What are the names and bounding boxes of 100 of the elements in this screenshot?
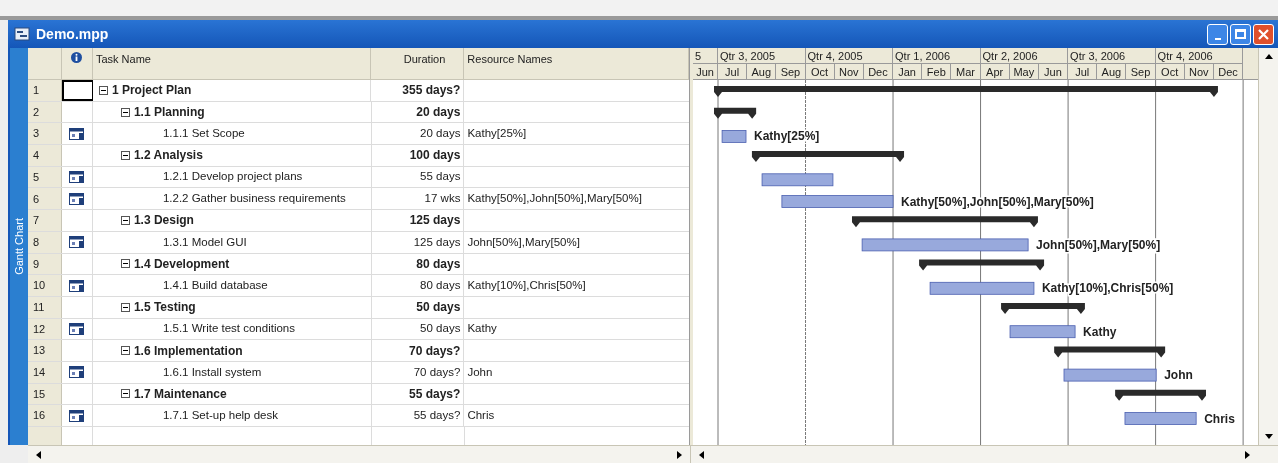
month-label: Jan (893, 64, 923, 80)
task-note-icon (69, 192, 85, 205)
task-name: 1 Project Plan (111, 82, 192, 100)
collapse-icon[interactable] (120, 107, 130, 117)
row-number[interactable]: 3 (28, 123, 62, 145)
summary-bar[interactable] (714, 86, 1218, 97)
duration-cell: 50 days (371, 296, 465, 318)
column-header[interactable]: Task Name (92, 48, 372, 79)
summary-bar[interactable] (751, 151, 905, 163)
column-header[interactable]: Duration (371, 48, 465, 79)
duration-cell: 100 days (371, 145, 465, 166)
collapse-icon[interactable] (98, 85, 108, 95)
row-number[interactable]: 5 (28, 166, 62, 188)
view-label: Gantt Chart (11, 218, 26, 275)
collapse-icon[interactable] (120, 302, 130, 312)
task-name: 1.1 Planning (133, 104, 205, 122)
bar-label: Chris (1204, 411, 1235, 426)
month-label: Dec (1213, 64, 1244, 80)
window-title: Demo.mpp (36, 24, 109, 44)
quarter-label: Qtr 4, 2005 (805, 48, 894, 64)
task-note-icon (69, 236, 85, 249)
row-number[interactable]: 12 (28, 318, 62, 340)
task-note-icon (69, 279, 85, 292)
collapse-icon[interactable] (120, 346, 130, 356)
row-number[interactable]: 7 (28, 210, 62, 231)
summary-bar[interactable] (852, 216, 1038, 228)
row-number[interactable]: 14 (28, 361, 62, 383)
row-number[interactable]: 13 (28, 340, 62, 361)
duration-cell: 55 days? (371, 405, 465, 426)
summary-bar[interactable] (1001, 303, 1085, 314)
task-bar[interactable] (721, 130, 747, 143)
row-number[interactable]: 4 (28, 145, 62, 166)
duration-cell: 125 days (371, 210, 465, 231)
resource-cell-text: John (467, 364, 493, 380)
task-name: 1.2.2 Gather business requirements (162, 191, 346, 207)
collapse-icon[interactable] (120, 389, 130, 399)
resource-cell-text: John[50%],Mary[50%] (467, 234, 580, 250)
month-label: Sep (1126, 64, 1156, 80)
view-bar[interactable]: Gantt Chart (8, 48, 28, 445)
task-name: 1.1.1 Set Scope (162, 126, 245, 142)
month-label: Jul (718, 64, 748, 80)
resource-cell-text: Kathy[10%],Chris[50%] (467, 277, 586, 293)
task-note-icon (69, 171, 85, 184)
task-name: 1.4.1 Build database (162, 277, 268, 293)
task-note-icon (69, 127, 85, 140)
task-note-icon (69, 322, 85, 335)
minimize-button[interactable] (1207, 23, 1228, 45)
duration-cell: 50 days (371, 318, 465, 340)
duration-cell: 17 wks (371, 188, 465, 210)
task-bar[interactable] (1009, 325, 1076, 339)
row-number[interactable]: 10 (28, 275, 62, 296)
task-note-icon (69, 366, 85, 379)
row-number[interactable]: 1 (28, 80, 62, 101)
collapse-icon[interactable] (120, 150, 130, 160)
month-label: Aug (1097, 64, 1127, 80)
row-number[interactable]: 9 (28, 253, 62, 275)
summary-bar[interactable] (714, 107, 757, 119)
row-number[interactable]: 8 (28, 231, 62, 253)
task-name: 1.5.1 Write test conditions (162, 321, 295, 337)
scroll-right-icon[interactable] (1245, 450, 1250, 459)
summary-bar[interactable] (1054, 346, 1166, 358)
duration-cell: 70 days? (371, 340, 465, 361)
bar-label: Kathy[25%] (754, 129, 820, 144)
info-icon (71, 52, 83, 63)
task-name: 1.3.1 Model GUI (162, 234, 247, 250)
close-button[interactable] (1253, 23, 1274, 45)
duration-cell: 125 days (371, 231, 465, 253)
scroll-right-icon[interactable] (677, 450, 682, 459)
quarter-label: Qtr 2, 2006 (980, 48, 1069, 64)
collapse-icon[interactable] (120, 215, 130, 225)
resource-cell-text: Kathy[50%],John[50%],Mary[50%] (467, 191, 642, 207)
collapse-icon[interactable] (120, 259, 130, 269)
row-number[interactable]: 11 (28, 296, 62, 318)
maximize-button[interactable] (1230, 23, 1251, 45)
summary-bar[interactable] (919, 259, 1045, 271)
scroll-left-icon[interactable] (36, 450, 41, 459)
bar-label: John (1164, 368, 1193, 383)
row-number[interactable]: 2 (28, 101, 62, 123)
task-name: 1.7.1 Set-up help desk (162, 408, 278, 424)
task-name: 1.3 Design (133, 212, 194, 230)
row-number[interactable]: 15 (28, 383, 62, 405)
row-number[interactable]: 16 (28, 405, 62, 426)
duration-cell: 70 days? (371, 361, 465, 383)
task-name: 1.5 Testing (133, 299, 196, 317)
resource-cell-text: Kathy[25%] (467, 126, 527, 142)
month-label: Dec (863, 64, 894, 80)
duration-cell: 355 days? (371, 80, 465, 101)
column-header[interactable]: Resource Names (464, 48, 689, 79)
summary-bar[interactable] (1115, 389, 1206, 401)
scroll-left-icon[interactable] (699, 450, 704, 459)
quarter-label: Qtr 4, 2006 (1155, 48, 1244, 64)
task-bar[interactable] (761, 173, 834, 187)
task-bar[interactable] (929, 281, 1035, 295)
quarter-label: Qtr 3, 2005 (718, 48, 806, 64)
scroll-down-icon[interactable] (1264, 434, 1273, 439)
duration-cell: 20 days (371, 123, 465, 145)
row-number[interactable]: 6 (28, 188, 62, 210)
resource-cell-text: Chris (467, 408, 495, 424)
vertical-scrollbar[interactable] (1258, 48, 1278, 445)
scroll-up-icon[interactable] (1264, 54, 1273, 59)
